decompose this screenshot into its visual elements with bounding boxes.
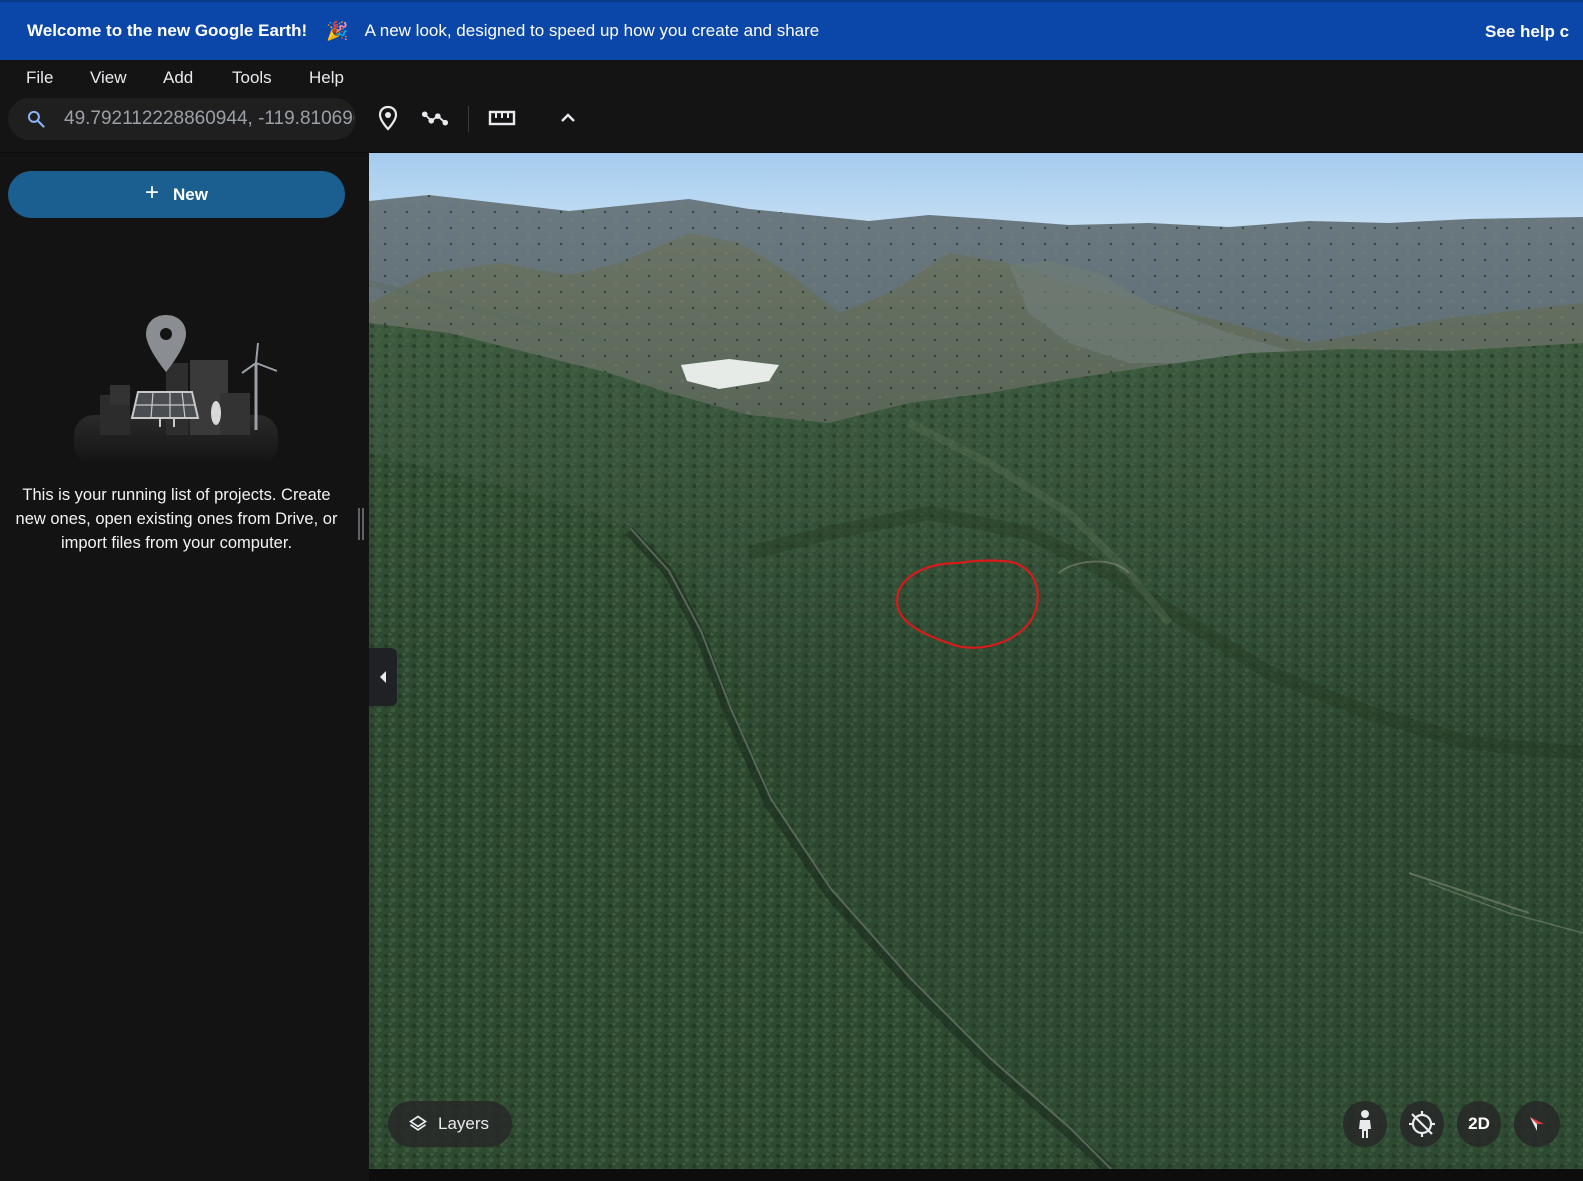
add-path-icon[interactable] (421, 104, 449, 132)
view-2d-toggle[interactable]: 2D (1457, 1101, 1501, 1147)
sidebar-resize-handle[interactable] (358, 508, 364, 540)
collapse-sidebar-button[interactable] (369, 648, 397, 706)
plus-icon: + (145, 179, 160, 206)
toolbar (0, 96, 1583, 153)
empty-projects-text: This is your running list of projects. C… (15, 486, 338, 552)
pegman-icon[interactable] (1343, 1101, 1387, 1147)
menu-help[interactable]: Help (309, 68, 344, 88)
layers-button[interactable]: Layers (388, 1101, 512, 1147)
welcome-banner: Welcome to the new Google Earth! 🎉 A new… (0, 0, 1583, 60)
search-input[interactable] (64, 98, 354, 140)
menu-view[interactable]: View (90, 68, 127, 88)
map-bottom-edge (369, 1169, 1583, 1181)
layers-label: Layers (438, 1114, 490, 1133)
see-help-link[interactable]: See help c (1485, 22, 1569, 42)
measure-ruler-icon[interactable] (488, 104, 516, 132)
layers-icon (408, 1115, 428, 1131)
party-icon: 🎉 (326, 20, 349, 41)
search-box[interactable] (8, 98, 356, 140)
add-placemark-icon[interactable] (374, 104, 402, 132)
menu-add[interactable]: Add (163, 68, 193, 88)
empty-projects-illustration (74, 315, 278, 465)
banner-message: A new look, designed to speed up how you… (364, 21, 820, 40)
chevron-left-icon (380, 671, 386, 683)
new-button-label: New (173, 184, 208, 204)
terrain-3d-view (369, 153, 1583, 1169)
menu-tools[interactable]: Tools (232, 68, 272, 88)
projects-sidebar: + New This is your running list of proje… (0, 153, 369, 1181)
banner-welcome-text: Welcome to the new Google Earth! (27, 21, 308, 40)
compass-icon[interactable] (1514, 1101, 1560, 1147)
collapse-toolbar-icon[interactable] (554, 104, 582, 132)
search-icon (27, 110, 45, 128)
new-project-button[interactable]: + New (8, 171, 345, 218)
menu-bar: File View Add Tools Help (0, 60, 1583, 96)
toolbar-divider (468, 106, 469, 132)
menu-file[interactable]: File (26, 68, 53, 88)
north-reset-icon[interactable] (1400, 1101, 1444, 1147)
earth-map-view[interactable] (369, 153, 1583, 1169)
